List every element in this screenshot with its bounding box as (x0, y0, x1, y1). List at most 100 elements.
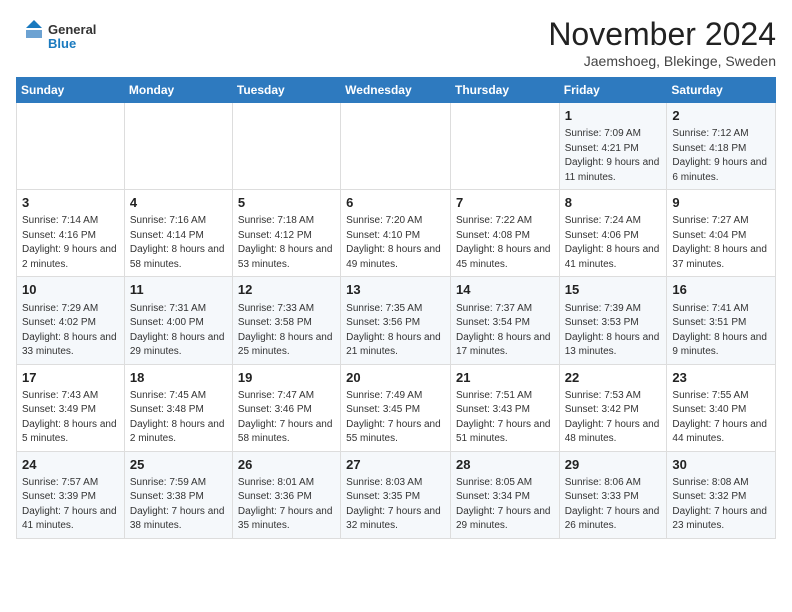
day-info: Sunrise: 7:20 AM Sunset: 4:10 PM Dayligh… (346, 214, 445, 272)
day-number: 9 (672, 194, 770, 212)
calendar-cell (450, 103, 559, 190)
day-info: Sunrise: 8:03 AM Sunset: 3:35 PM Dayligh… (346, 476, 445, 534)
col-header-sunday: Sunday (17, 78, 125, 103)
day-number: 17 (22, 369, 119, 387)
calendar-cell: 11 Sunrise: 7:31 AM Sunset: 4:00 PM Dayli… (124, 277, 232, 364)
day-number: 21 (456, 369, 554, 387)
day-info: Sunrise: 7:45 AM Sunset: 3:48 PM Dayligh… (130, 389, 227, 447)
day-info: Sunrise: 7:51 AM Sunset: 3:43 PM Dayligh… (456, 389, 554, 447)
week-row-4: 17 Sunrise: 7:43 AM Sunset: 3:49 PM Dayli… (17, 364, 776, 451)
calendar-cell: 15 Sunrise: 7:39 AM Sunset: 3:53 PM Dayli… (559, 277, 667, 364)
day-number: 6 (346, 194, 445, 212)
calendar-cell: 29 Sunrise: 8:06 AM Sunset: 3:33 PM Dayli… (559, 451, 667, 538)
day-info: Sunrise: 7:16 AM Sunset: 4:14 PM Dayligh… (130, 214, 227, 272)
day-info: Sunrise: 7:37 AM Sunset: 3:54 PM Dayligh… (456, 302, 554, 360)
day-info: Sunrise: 7:59 AM Sunset: 3:38 PM Dayligh… (130, 476, 227, 534)
day-info: Sunrise: 7:35 AM Sunset: 3:56 PM Dayligh… (346, 302, 445, 360)
day-info: Sunrise: 7:31 AM Sunset: 4:00 PM Dayligh… (130, 302, 227, 360)
day-number: 26 (238, 456, 335, 474)
logo: General Blue (16, 16, 106, 58)
day-number: 28 (456, 456, 554, 474)
week-row-3: 10Sunrise: 7:29 AM Sunset: 4:02 PM Dayli… (17, 277, 776, 364)
day-number: 14 (456, 281, 554, 299)
day-number: 2 (672, 107, 770, 125)
day-number: 23 (672, 369, 770, 387)
week-row-2: 3 Sunrise: 7:14 AM Sunset: 4:16 PM Daylig… (17, 190, 776, 277)
calendar-cell: 13Sunrise: 7:35 AM Sunset: 3:56 PM Dayli… (341, 277, 451, 364)
day-info: Sunrise: 7:27 AM Sunset: 4:04 PM Dayligh… (672, 214, 770, 272)
day-info: Sunrise: 8:05 AM Sunset: 3:34 PM Dayligh… (456, 476, 554, 534)
day-info: Sunrise: 7:53 AM Sunset: 3:42 PM Dayligh… (565, 389, 662, 447)
calendar-cell: 16 Sunrise: 7:41 AM Sunset: 3:51 PM Dayli… (667, 277, 776, 364)
calendar-subtitle: Jaemshoeg, Blekinge, Sweden (548, 53, 776, 69)
day-info: Sunrise: 7:43 AM Sunset: 3:49 PM Dayligh… (22, 389, 119, 447)
title-section: November 2024 Jaemshoeg, Blekinge, Swede… (548, 16, 776, 69)
calendar-cell: 18 Sunrise: 7:45 AM Sunset: 3:48 PM Dayli… (124, 364, 232, 451)
week-row-5: 24Sunrise: 7:57 AM Sunset: 3:39 PM Dayli… (17, 451, 776, 538)
day-number: 11 (130, 281, 227, 299)
calendar-cell: 5 Sunrise: 7:18 AM Sunset: 4:12 PM Daylig… (232, 190, 340, 277)
calendar-cell: 24Sunrise: 7:57 AM Sunset: 3:39 PM Dayli… (17, 451, 125, 538)
calendar-cell: 14 Sunrise: 7:37 AM Sunset: 3:54 PM Dayli… (450, 277, 559, 364)
col-header-monday: Monday (124, 78, 232, 103)
day-number: 5 (238, 194, 335, 212)
calendar-cell: 28 Sunrise: 8:05 AM Sunset: 3:34 PM Dayli… (450, 451, 559, 538)
day-number: 3 (22, 194, 119, 212)
calendar-cell: 19Sunrise: 7:47 AM Sunset: 3:46 PM Dayli… (232, 364, 340, 451)
day-number: 30 (672, 456, 770, 474)
calendar-cell: 23 Sunrise: 7:55 AM Sunset: 3:40 PM Dayli… (667, 364, 776, 451)
day-info: Sunrise: 7:49 AM Sunset: 3:45 PM Dayligh… (346, 389, 445, 447)
calendar-cell: 3 Sunrise: 7:14 AM Sunset: 4:16 PM Daylig… (17, 190, 125, 277)
calendar-cell: 4 Sunrise: 7:16 AM Sunset: 4:14 PM Daylig… (124, 190, 232, 277)
day-number: 16 (672, 281, 770, 299)
day-info: Sunrise: 8:06 AM Sunset: 3:33 PM Dayligh… (565, 476, 662, 534)
calendar-title: November 2024 (548, 16, 776, 53)
day-number: 12 (238, 281, 335, 299)
svg-text:Blue: Blue (48, 36, 76, 51)
day-info: Sunrise: 7:29 AM Sunset: 4:02 PM Dayligh… (22, 302, 119, 360)
calendar-cell (232, 103, 340, 190)
day-number: 4 (130, 194, 227, 212)
day-number: 1 (565, 107, 662, 125)
day-info: Sunrise: 7:41 AM Sunset: 3:51 PM Dayligh… (672, 302, 770, 360)
calendar-table: Sunday Monday Tuesday Wednesday Thursday… (16, 77, 776, 539)
calendar-cell: 30Sunrise: 8:08 AM Sunset: 3:32 PM Dayli… (667, 451, 776, 538)
calendar-cell: 1 Sunrise: 7:09 AM Sunset: 4:21 PM Daylig… (559, 103, 667, 190)
day-number: 29 (565, 456, 662, 474)
col-header-thursday: Thursday (450, 78, 559, 103)
calendar-cell (124, 103, 232, 190)
day-number: 7 (456, 194, 554, 212)
day-info: Sunrise: 8:01 AM Sunset: 3:36 PM Dayligh… (238, 476, 335, 534)
day-info: Sunrise: 7:22 AM Sunset: 4:08 PM Dayligh… (456, 214, 554, 272)
day-info: Sunrise: 7:24 AM Sunset: 4:06 PM Dayligh… (565, 214, 662, 272)
day-info: Sunrise: 7:09 AM Sunset: 4:21 PM Dayligh… (565, 127, 662, 185)
calendar-cell: 6 Sunrise: 7:20 AM Sunset: 4:10 PM Daylig… (341, 190, 451, 277)
calendar-cell: 20 Sunrise: 7:49 AM Sunset: 3:45 PM Dayli… (341, 364, 451, 451)
day-info: Sunrise: 7:39 AM Sunset: 3:53 PM Dayligh… (565, 302, 662, 360)
calendar-cell (17, 103, 125, 190)
day-number: 20 (346, 369, 445, 387)
day-number: 18 (130, 369, 227, 387)
header-row: Sunday Monday Tuesday Wednesday Thursday… (17, 78, 776, 103)
calendar-cell: 9 Sunrise: 7:27 AM Sunset: 4:04 PM Daylig… (667, 190, 776, 277)
calendar-cell: 27 Sunrise: 8:03 AM Sunset: 3:35 PM Dayli… (341, 451, 451, 538)
calendar-cell: 26 Sunrise: 8:01 AM Sunset: 3:36 PM Dayli… (232, 451, 340, 538)
calendar-cell: 2 Sunrise: 7:12 AM Sunset: 4:18 PM Daylig… (667, 103, 776, 190)
day-number: 27 (346, 456, 445, 474)
day-number: 24 (22, 456, 119, 474)
calendar-cell: 10Sunrise: 7:29 AM Sunset: 4:02 PM Dayli… (17, 277, 125, 364)
svg-text:General: General (48, 22, 96, 37)
calendar-cell: 12Sunrise: 7:33 AM Sunset: 3:58 PM Dayli… (232, 277, 340, 364)
col-header-friday: Friday (559, 78, 667, 103)
day-info: Sunrise: 7:14 AM Sunset: 4:16 PM Dayligh… (22, 214, 119, 272)
day-number: 15 (565, 281, 662, 299)
calendar-cell: 22Sunrise: 7:53 AM Sunset: 3:42 PM Dayli… (559, 364, 667, 451)
day-info: Sunrise: 7:47 AM Sunset: 3:46 PM Dayligh… (238, 389, 335, 447)
day-info: Sunrise: 7:55 AM Sunset: 3:40 PM Dayligh… (672, 389, 770, 447)
col-header-wednesday: Wednesday (341, 78, 451, 103)
day-info: Sunrise: 7:12 AM Sunset: 4:18 PM Dayligh… (672, 127, 770, 185)
calendar-cell: 21 Sunrise: 7:51 AM Sunset: 3:43 PM Dayli… (450, 364, 559, 451)
logo-svg: General Blue (16, 16, 106, 58)
calendar-cell: 8Sunrise: 7:24 AM Sunset: 4:06 PM Daylig… (559, 190, 667, 277)
day-info: Sunrise: 7:18 AM Sunset: 4:12 PM Dayligh… (238, 214, 335, 272)
